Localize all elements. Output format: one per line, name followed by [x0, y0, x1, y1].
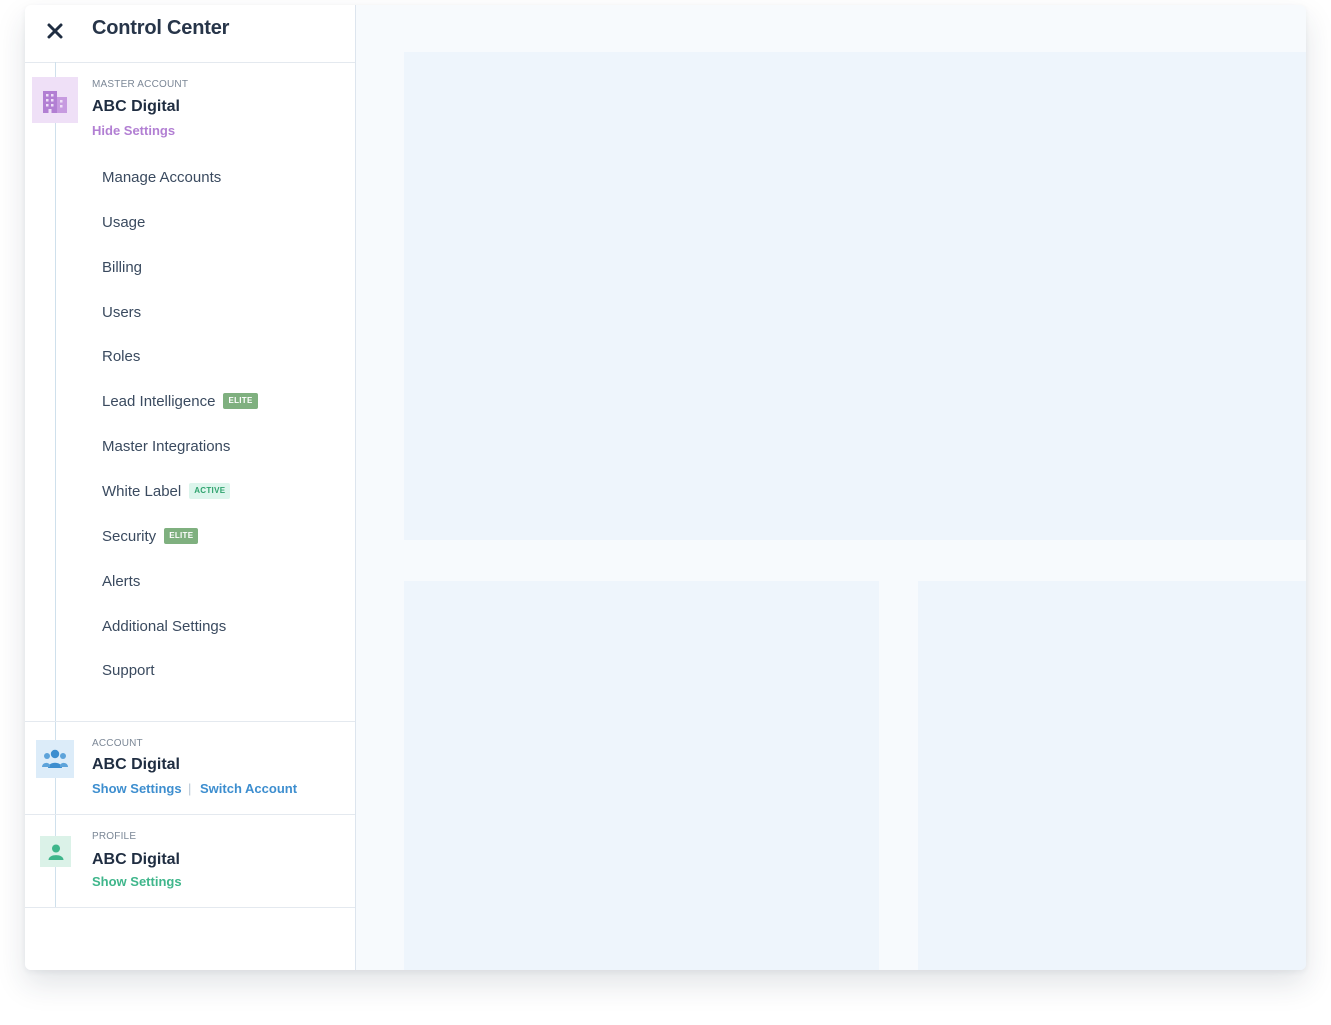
master-account-label: MASTER ACCOUNT — [92, 79, 189, 90]
profile-icon-box — [40, 836, 71, 867]
profile-label: PROFILE — [92, 831, 137, 842]
menu-item-security[interactable]: Security ELITE — [102, 524, 199, 548]
menu-item-label: Master Integrations — [102, 437, 231, 455]
team-icon — [42, 749, 68, 768]
account-show-settings-link[interactable]: Show Settings — [92, 781, 182, 796]
menu-item-users[interactable]: Users — [102, 300, 141, 324]
active-badge: ACTIVE — [189, 483, 231, 499]
section-divider — [25, 721, 355, 722]
menu-item-master-integrations[interactable]: Master Integrations — [102, 434, 230, 458]
menu-item-alerts[interactable]: Alerts — [102, 569, 140, 593]
menu-item-label: Billing — [102, 258, 143, 276]
elite-badge: ELITE — [164, 528, 199, 544]
menu-item-support[interactable]: Support — [102, 658, 155, 682]
profile-show-settings-link[interactable]: Show Settings — [92, 874, 182, 889]
content-placeholder-top — [404, 52, 1306, 540]
control-center-window: Control Center MASTER ACCOUNT ABC Digita… — [25, 5, 1306, 970]
account-name: ABC Digital — [92, 756, 180, 773]
profile-name: ABC Digital — [92, 851, 180, 868]
account-icon-box — [36, 740, 74, 778]
sidebar: Control Center MASTER ACCOUNT ABC Digita… — [25, 5, 356, 970]
menu-item-label: Additional Settings — [102, 617, 227, 635]
menu-item-lead-intelligence[interactable]: Lead Intelligence ELITE — [102, 389, 258, 413]
link-separator: | — [188, 781, 192, 796]
menu-item-white-label[interactable]: White Label ACTIVE — [102, 479, 231, 503]
content-placeholder-bottom-right — [918, 581, 1306, 970]
menu-item-label: White Label — [102, 482, 182, 500]
menu-item-label: Security — [102, 527, 157, 545]
master-account-icon-box — [32, 77, 78, 123]
elite-badge: ELITE — [223, 393, 258, 409]
building-icon — [43, 91, 67, 113]
account-label: ACCOUNT — [92, 738, 143, 749]
section-divider — [25, 907, 355, 908]
page-title: Control Center — [92, 17, 230, 39]
menu-item-label: Lead Intelligence — [102, 392, 216, 410]
menu-item-usage[interactable]: Usage — [102, 210, 145, 234]
menu-item-label: Roles — [102, 347, 141, 365]
menu-item-roles[interactable]: Roles — [102, 344, 140, 368]
section-divider — [25, 814, 355, 815]
menu-item-label: Alerts — [102, 572, 141, 590]
hide-settings-link[interactable]: Hide Settings — [92, 123, 175, 138]
master-account-name: ABC Digital — [92, 98, 180, 115]
menu-item-label: Usage — [102, 213, 146, 231]
switch-account-link[interactable]: Switch Account — [200, 781, 297, 796]
menu-item-label: Users — [102, 303, 142, 321]
close-icon — [47, 23, 63, 39]
timeline-line — [55, 62, 56, 908]
sidebar-header: Control Center — [25, 5, 355, 63]
user-icon — [48, 844, 63, 860]
menu-item-label: Manage Accounts — [102, 168, 222, 186]
menu-item-additional-settings[interactable]: Additional Settings — [102, 614, 226, 638]
close-button[interactable] — [44, 20, 66, 42]
menu-item-billing[interactable]: Billing — [102, 255, 142, 279]
menu-item-manage-accounts[interactable]: Manage Accounts — [102, 165, 221, 189]
menu-item-label: Support — [102, 661, 155, 679]
content-placeholder-bottom-left — [404, 581, 879, 970]
